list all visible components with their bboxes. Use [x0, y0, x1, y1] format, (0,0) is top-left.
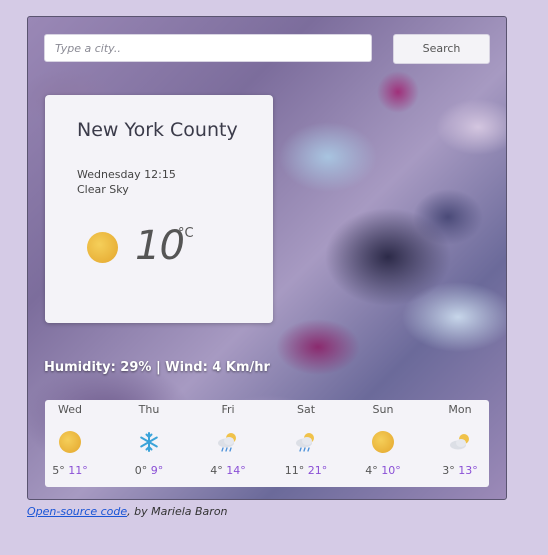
forecast-min-temp: 4° — [210, 464, 223, 477]
humidity-wind: Humidity: 29% | Wind: 4 Km/hr — [44, 360, 270, 375]
search-input[interactable] — [44, 34, 372, 62]
forecast-day: Mon 3° 13° — [430, 400, 490, 487]
source-code-link[interactable]: Open-source code — [27, 505, 127, 518]
forecast-min-temp: 0° — [134, 464, 148, 477]
forecast-temps: 4° 14° — [198, 464, 258, 477]
sun-cloud-icon — [448, 430, 472, 454]
city-name: New York County — [77, 119, 238, 141]
temperature-unit[interactable]: °C — [178, 226, 194, 241]
forecast-day: Sun 4° 10° — [353, 400, 413, 487]
forecast-day-name: Mon — [448, 403, 472, 416]
forecast-day-name: Sat — [296, 403, 316, 416]
forecast-temps: 4° 10° — [353, 464, 413, 477]
forecast-max-temp: 11° — [68, 464, 88, 477]
weather-app: Search New York County Wednesday 12:15 C… — [27, 16, 507, 500]
forecast-day: Wed 5° 11° — [40, 400, 100, 487]
sun-icon — [87, 232, 118, 263]
date-time: Wednesday 12:15 — [77, 168, 176, 181]
forecast-day-name: Wed — [58, 403, 82, 416]
current-weather-card: New York County Wednesday 12:15 Clear Sk… — [45, 95, 273, 323]
forecast-max-temp: 14° — [226, 464, 246, 477]
forecast-max-temp: 21° — [307, 464, 328, 477]
snowflake-icon — [137, 430, 161, 454]
sun-icon — [371, 430, 395, 454]
forecast-max-temp: 9° — [150, 464, 164, 477]
forecast-max-temp: 13° — [458, 464, 478, 477]
sun-icon — [58, 430, 82, 454]
forecast-temps: 11° 21° — [276, 464, 336, 477]
forecast-day: Fri 4° 14° — [198, 400, 258, 487]
search-button[interactable]: Search — [393, 34, 490, 64]
forecast-day-name: Fri — [221, 403, 235, 416]
forecast-temps: 3° 13° — [430, 464, 490, 477]
forecast-day-name: Sun — [372, 403, 394, 416]
forecast-day: Thu 0° 9° — [119, 400, 179, 487]
forecast-day-name: Thu — [138, 403, 160, 416]
forecast-min-temp: 3° — [442, 464, 455, 477]
forecast-min-temp: 5° — [52, 464, 65, 477]
footer: Open-source code, by Mariela Baron — [27, 505, 228, 518]
forecast-min-temp: 11° — [284, 464, 305, 477]
forecast-temps: 5° 11° — [40, 464, 100, 477]
forecast-max-temp: 10° — [381, 464, 401, 477]
forecast-min-temp: 4° — [365, 464, 378, 477]
sun-cloud-rain-icon — [294, 430, 318, 454]
forecast-panel: Wed 5° 11° Thu 0° 9° Fri 4° 14° Sat 11° … — [45, 400, 489, 487]
sun-cloud-rain-icon — [216, 430, 240, 454]
weather-condition: Clear Sky — [77, 183, 129, 196]
author-credit: , by Mariela Baron — [127, 505, 228, 518]
current-temperature: 10 — [135, 223, 185, 269]
forecast-temps: 0° 9° — [119, 464, 179, 477]
forecast-day: Sat 11° 21° — [276, 400, 336, 487]
